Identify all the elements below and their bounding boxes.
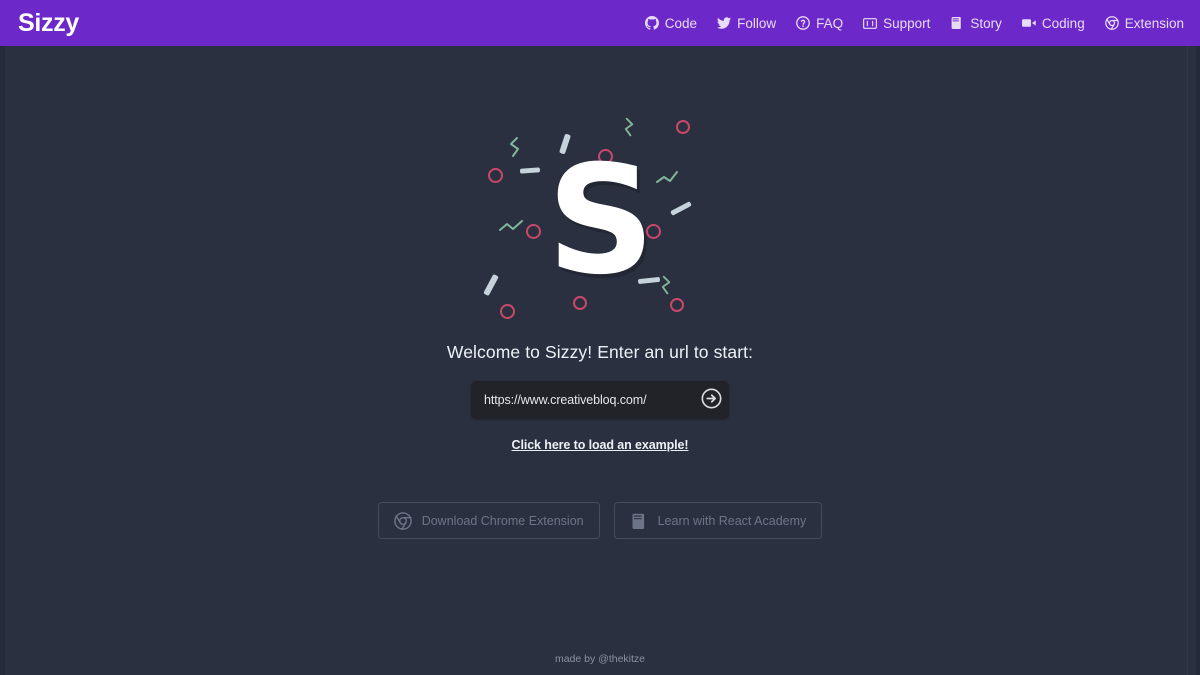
- nav-item-extension[interactable]: Extension: [1104, 15, 1184, 31]
- url-input-container[interactable]: [471, 381, 729, 419]
- confetti-ring: [488, 168, 503, 183]
- confetti-zigzag: [655, 168, 679, 186]
- footer-credit: made by @thekitze: [554, 653, 646, 665]
- confetti-dash: [670, 201, 692, 216]
- nav-item-code[interactable]: Code: [644, 15, 698, 31]
- confetti-dash: [519, 167, 541, 174]
- top-navigation-bar: Sizzy Code Follow FAQ Support Story Codi…: [0, 0, 1200, 46]
- button-label: Learn with React Academy: [657, 513, 807, 528]
- logo-letter: S: [546, 134, 655, 308]
- nav-item-label: Code: [664, 15, 698, 31]
- right-edge-strip: [1196, 46, 1200, 675]
- confetti-zigzag: [498, 218, 524, 236]
- nav-links: Code Follow FAQ Support Story Coding Ext…: [644, 15, 1184, 31]
- book-icon: [630, 512, 648, 530]
- github-icon: [644, 16, 659, 30]
- chrome-icon: [1104, 16, 1119, 30]
- confetti-ring: [500, 304, 515, 319]
- nav-item-label: Support: [883, 15, 931, 31]
- chat-box-icon: [863, 16, 878, 30]
- main-stage: S Welcome to Sizzy! Enter an url to star…: [0, 46, 1200, 675]
- confetti-dash: [483, 273, 499, 297]
- confetti-zigzag: [660, 274, 673, 298]
- nav-item-label: Story: [970, 15, 1002, 31]
- nav-item-label: FAQ: [816, 15, 844, 31]
- welcome-panel: S Welcome to Sizzy! Enter an url to star…: [340, 106, 860, 539]
- welcome-heading: Welcome to Sizzy! Enter an url to start:: [446, 342, 754, 362]
- sizzy-logo: S: [470, 106, 730, 336]
- nav-item-follow[interactable]: Follow: [717, 16, 776, 31]
- nav-item-label: Coding: [1041, 15, 1085, 31]
- nav-item-faq[interactable]: FAQ: [796, 16, 843, 31]
- go-button[interactable]: [699, 388, 723, 412]
- url-input[interactable]: [484, 393, 699, 407]
- arrow-right-circle-icon: [701, 388, 722, 412]
- button-label: Download Chrome Extension: [421, 513, 584, 528]
- video-camera-icon: [1021, 16, 1036, 30]
- nav-item-coding[interactable]: Coding: [1021, 15, 1085, 31]
- question-circle-icon: [796, 16, 810, 30]
- sizzy-start-page: Sizzy Code Follow FAQ Support Story Codi…: [0, 0, 1200, 675]
- left-edge-strip: [0, 46, 5, 675]
- nav-item-label: Extension: [1124, 15, 1184, 31]
- twitter-icon: [717, 16, 732, 30]
- confetti-ring: [670, 298, 684, 312]
- nav-item-story[interactable]: Story: [950, 16, 1002, 31]
- scrollbar-track-line: [1187, 46, 1188, 675]
- confetti-ring: [526, 224, 541, 239]
- download-chrome-extension-button[interactable]: Download Chrome Extension: [377, 502, 600, 539]
- app-logo-text[interactable]: Sizzy: [18, 10, 79, 36]
- nav-item-label: Follow: [737, 15, 777, 31]
- learn-react-academy-button[interactable]: Learn with React Academy: [613, 502, 823, 539]
- load-example-link[interactable]: Click here to load an example!: [512, 438, 689, 452]
- chrome-icon: [393, 511, 412, 530]
- book-icon: [950, 16, 964, 30]
- nav-item-support[interactable]: Support: [863, 16, 930, 31]
- secondary-actions: Download Chrome Extension Learn with Rea…: [377, 502, 823, 539]
- confetti-ring: [676, 120, 690, 134]
- confetti-zigzag: [508, 136, 522, 160]
